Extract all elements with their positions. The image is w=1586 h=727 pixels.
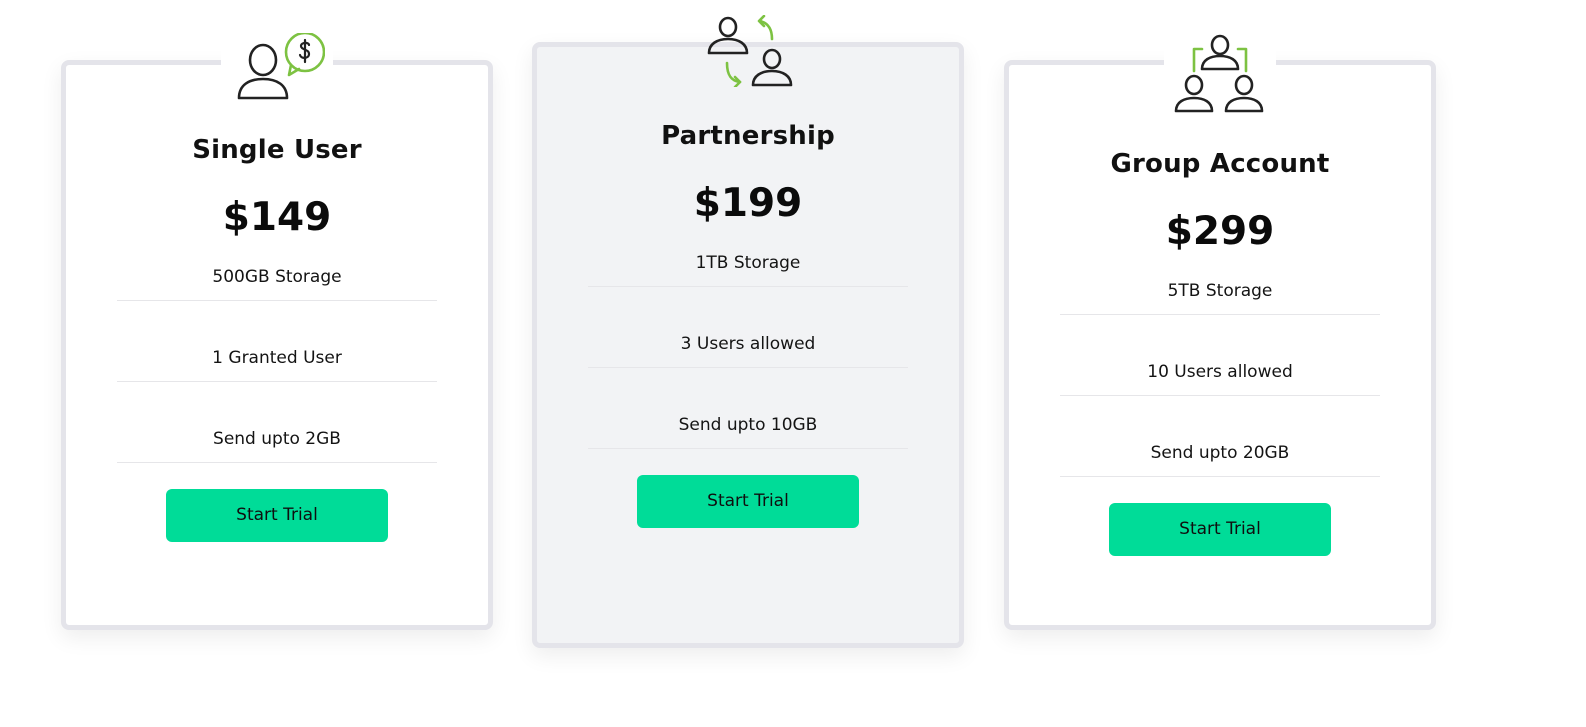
- plan-title: Partnership: [661, 121, 835, 151]
- pricing-card-group-account: Group Account $299 5TB Storage 10 Users …: [1004, 31, 1436, 630]
- feature-list: 500GB Storage 1 Granted User Send upto 2…: [117, 220, 437, 463]
- feature-item: Send upto 2GB: [117, 382, 437, 463]
- plan-title: Single User: [192, 135, 362, 165]
- feature-item: 10 Users allowed: [1060, 315, 1380, 396]
- feature-list: 5TB Storage 10 Users allowed Send upto 2…: [1060, 234, 1380, 477]
- pricing-card-partnership: Partnership $199 1TB Storage 3 Users all…: [532, 15, 964, 648]
- feature-item: Send upto 10GB: [588, 368, 908, 449]
- start-trial-button[interactable]: Start Trial: [637, 475, 859, 528]
- single-user-dollar-icon: [221, 33, 333, 101]
- start-trial-button[interactable]: Start Trial: [1109, 503, 1331, 556]
- plan-title: Group Account: [1110, 149, 1330, 179]
- pricing-section: Single User $149 500GB Storage 1 Granted…: [0, 0, 1586, 727]
- start-trial-button[interactable]: Start Trial: [166, 489, 388, 542]
- partnership-exchange-icon: [692, 15, 804, 87]
- group-account-icon: [1164, 31, 1276, 113]
- feature-item: 3 Users allowed: [588, 287, 908, 368]
- feature-item: 1 Granted User: [117, 301, 437, 382]
- pricing-card-single-user: Single User $149 500GB Storage 1 Granted…: [61, 33, 493, 630]
- feature-item: Send upto 20GB: [1060, 396, 1380, 477]
- feature-list: 1TB Storage 3 Users allowed Send upto 10…: [588, 206, 908, 449]
